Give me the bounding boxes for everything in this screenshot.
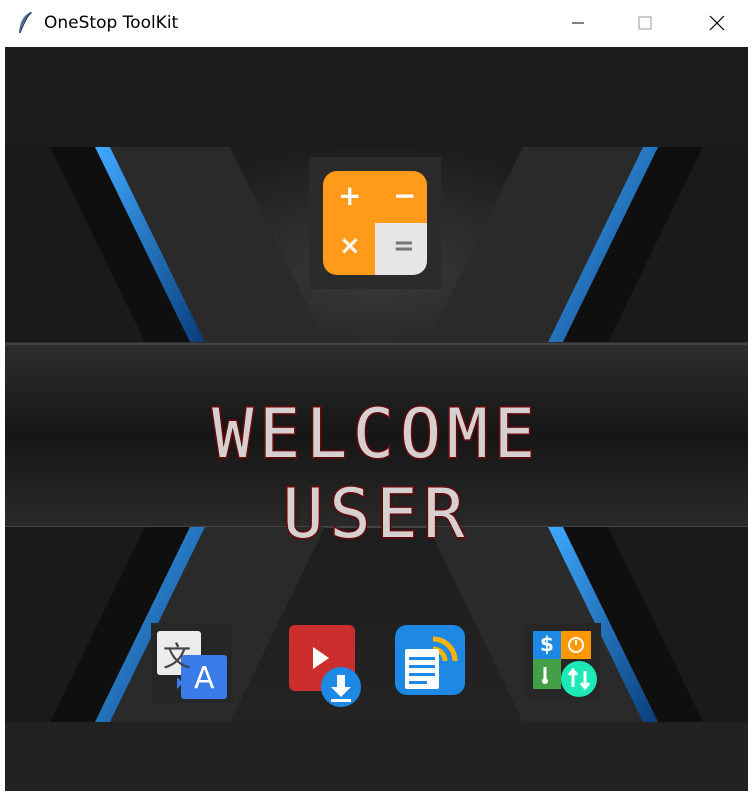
close-button[interactable] [684, 0, 750, 46]
rss-reader-icon [395, 625, 465, 695]
window-title: OneStop ToolKit [44, 13, 179, 33]
calc-plus-symbol: + [338, 179, 362, 212]
translator-button[interactable]: 文 A [151, 623, 233, 703]
maximize-button[interactable] [612, 0, 678, 46]
maximize-icon [638, 16, 652, 30]
minimize-button[interactable] [545, 0, 611, 46]
calc-minus-symbol: − [393, 179, 417, 212]
calc-multiply-symbol: × [339, 231, 361, 261]
title-bar[interactable]: OneStop ToolKit [0, 0, 752, 46]
converter-dollar-glyph: $ [540, 632, 554, 656]
video-downloader-button[interactable] [287, 625, 363, 709]
user-text: USER [281, 475, 471, 554]
unit-converter-icon [533, 631, 597, 697]
minimize-icon [572, 22, 584, 24]
app-window: OneStop ToolKit WELCOME USER + − × = 文 A… [0, 0, 752, 796]
main-canvas: WELCOME USER + − × = 文 A $ [5, 47, 748, 791]
calculator-icon [323, 171, 427, 275]
translate-latin-glyph: A [194, 661, 215, 696]
calc-equals-symbol: = [393, 231, 415, 261]
unit-converter-button[interactable]: $ [525, 623, 601, 699]
close-icon [709, 15, 725, 31]
video-download-icon [289, 625, 361, 707]
translate-cjk-glyph: 文 [163, 640, 192, 673]
welcome-banner: WELCOME USER [5, 395, 748, 554]
reader-button[interactable] [395, 625, 467, 697]
feather-icon [19, 11, 32, 34]
calculator-button[interactable]: + − × = [309, 157, 441, 289]
welcome-text: WELCOME [211, 395, 541, 474]
